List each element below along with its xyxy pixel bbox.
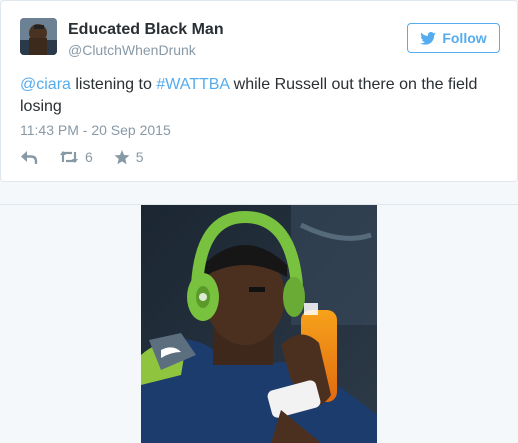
avatar-image: [20, 18, 57, 55]
retweet-count: 6: [85, 149, 93, 165]
tweet-text: @ciara listening to #WATTBA while Russel…: [20, 74, 490, 118]
tweet-actions: 6 5: [20, 148, 144, 166]
reply-icon: [21, 151, 38, 164]
follow-button[interactable]: Follow: [407, 23, 500, 53]
favorite-count: 5: [135, 149, 144, 165]
tweet-card: Educated Black Man @ClutchWhenDrunk Foll…: [0, 0, 518, 182]
avatar[interactable]: [20, 18, 57, 55]
mention-link[interactable]: @ciara: [20, 76, 71, 93]
author-handle[interactable]: @ClutchWhenDrunk: [68, 42, 196, 58]
retweet-icon: [60, 151, 78, 163]
twitter-bird-icon: [420, 31, 437, 45]
tweet-timestamp[interactable]: 11:43 PM - 20 Sep 2015: [20, 122, 171, 138]
follow-label: Follow: [442, 30, 487, 46]
reply-button[interactable]: [20, 150, 38, 164]
star-icon: [114, 149, 130, 164]
hashtag-link[interactable]: #WATTBA: [156, 76, 229, 93]
photo-image: [141, 205, 377, 443]
author-name[interactable]: Educated Black Man: [68, 21, 224, 39]
tweet-photo[interactable]: [141, 205, 377, 443]
favorite-button[interactable]: 5: [114, 149, 144, 165]
tweet-text-segment: listening to: [70, 76, 157, 93]
retweet-button[interactable]: 6: [59, 149, 93, 165]
